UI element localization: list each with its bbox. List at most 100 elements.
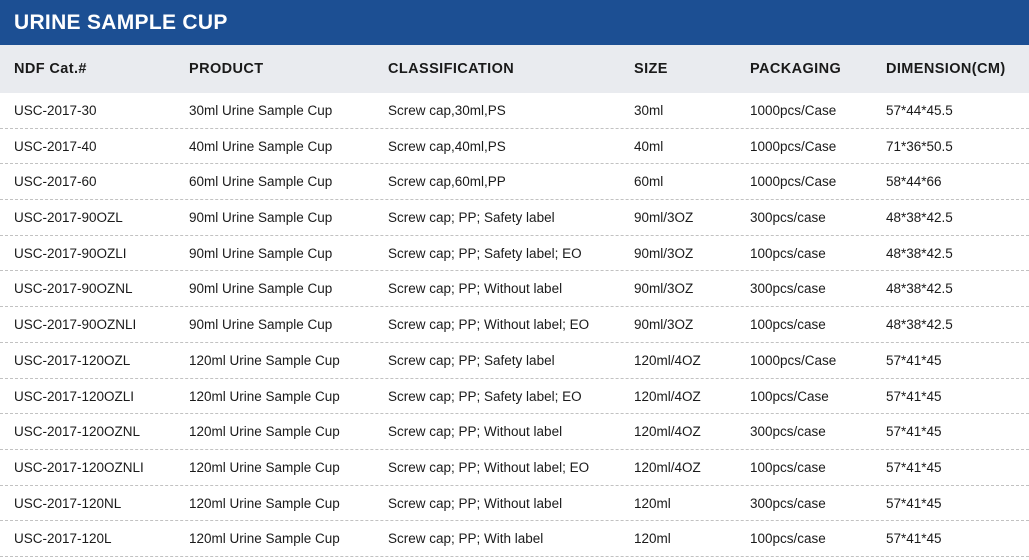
cell-classification: Screw cap; PP; Without label (388, 495, 563, 511)
cell-size: 30ml (634, 103, 664, 118)
cell-dimension: 57*41*45 (886, 495, 942, 511)
cell-size: 120ml (634, 495, 671, 511)
cell-packaging: 100pcs/case (750, 245, 826, 261)
cell-size: 90ml/3OZ (634, 210, 694, 226)
cell-packaging: 300pcs/case (750, 424, 826, 440)
cell-size: 90ml/3OZ (634, 245, 694, 261)
cell-cat-number: USC-2017-120NL (14, 495, 122, 511)
cell-product: 40ml Urine Sample Cup (189, 138, 333, 154)
cell-product: 30ml Urine Sample Cup (189, 103, 333, 118)
column-header-classification: CLASSIFICATION (388, 61, 515, 77)
table-row: USC-2017-60 60ml Urine Sample Cup Screw ca… (0, 164, 1029, 201)
cell-dimension: 57*41*45 (886, 388, 942, 404)
cell-product: 60ml Urine Sample Cup (189, 174, 333, 190)
cell-packaging: 1000pcs/Case (750, 174, 837, 190)
cell-classification: Screw cap; PP; Without label; EO (388, 459, 590, 475)
cell-classification: Screw cap; PP; Without label; EO (388, 317, 590, 333)
cell-cat-number: USC-2017-120OZNL (14, 424, 141, 440)
cell-dimension: 48*38*42.5 (886, 317, 953, 333)
cell-packaging: 300pcs/case (750, 210, 826, 226)
cell-packaging: 100pcs/Case (750, 388, 829, 404)
cell-product: 90ml Urine Sample Cup (189, 210, 333, 226)
cell-classification: Screw cap; PP; Safety label (388, 352, 555, 368)
cell-packaging: 300pcs/case (750, 495, 826, 511)
cell-product: 90ml Urine Sample Cup (189, 317, 333, 333)
cell-dimension: 71*36*50.5 (886, 138, 953, 154)
cell-cat-number: USC-2017-60 (14, 174, 97, 190)
cell-cat-number: USC-2017-90OZLI (14, 245, 127, 261)
cell-size: 60ml (634, 174, 664, 190)
cell-packaging: 100pcs/case (750, 317, 826, 333)
cell-product: 120ml Urine Sample Cup (189, 531, 340, 547)
table-row: USC-2017-90OZLI 90ml Urine Sample Cup Scre… (0, 236, 1029, 272)
cell-size: 120ml (634, 531, 671, 547)
column-header-dimension: DIMENSION(CM) (886, 61, 1006, 77)
cell-dimension: 57*44*45.5 (886, 103, 953, 118)
cell-dimension: 58*44*66 (886, 174, 942, 190)
cell-dimension: 57*41*45 (886, 531, 942, 547)
table-header: NDF Cat.# PRODUCT CLASSIFICATION SIZE PA… (0, 45, 1029, 93)
column-header-product: PRODUCT (189, 61, 264, 77)
cell-cat-number: USC-2017-90OZNLI (14, 317, 137, 333)
cell-packaging: 1000pcs/Case (750, 103, 837, 118)
cell-product: 120ml Urine Sample Cup (189, 459, 340, 475)
column-header-packaging: PACKAGING (750, 61, 842, 77)
table-row: USC-2017-30 30ml Urine Sample Cup Screw ca… (0, 93, 1029, 129)
cell-dimension: 48*38*42.5 (886, 245, 953, 261)
cell-classification: Screw cap; PP; Safety label; EO (388, 245, 582, 261)
table-row: USC-2017-120OZNLI 120ml Urine Sample Cup S… (0, 450, 1029, 486)
cell-dimension: 48*38*42.5 (886, 210, 953, 226)
cell-cat-number: USC-2017-90OZL (14, 210, 123, 226)
cell-cat-number: USC-2017-40 (14, 138, 97, 154)
cell-product: 120ml Urine Sample Cup (189, 388, 340, 404)
cell-classification: Screw cap; PP; Without label (388, 281, 563, 297)
table-row: USC-2017-120OZNL 120ml Urine Sample Cup Sc… (0, 414, 1029, 450)
cell-dimension: 57*41*45 (886, 424, 942, 440)
page-title: URINE SAMPLE CUP (0, 0, 1029, 45)
cell-product: 90ml Urine Sample Cup (189, 245, 333, 261)
cell-size: 120ml/4OZ (634, 424, 701, 440)
cell-packaging: 100pcs/case (750, 531, 826, 547)
table-row: USC-2017-120NL 120ml Urine Sample Cup Scre… (0, 486, 1029, 522)
table-row: USC-2017-90OZNLI 90ml Urine Sample Cup Scr… (0, 307, 1029, 343)
cell-classification: Screw cap,40ml,PS (388, 138, 506, 154)
cell-cat-number: USC-2017-120L (14, 531, 112, 547)
cell-packaging: 300pcs/case (750, 281, 826, 297)
cell-product: 120ml Urine Sample Cup (189, 495, 340, 511)
cell-classification: Screw cap; PP; With label (388, 531, 544, 547)
cell-size: 120ml/4OZ (634, 459, 701, 475)
cell-product: 120ml Urine Sample Cup (189, 424, 340, 440)
cell-product: 90ml Urine Sample Cup (189, 281, 333, 297)
cell-size: 40ml (634, 138, 664, 154)
cell-classification: Screw cap; PP; Safety label; EO (388, 388, 582, 404)
cell-cat-number: USC-2017-120OZL (14, 352, 131, 368)
cell-packaging: 100pcs/case (750, 459, 826, 475)
table-row: USC-2017-90OZNL 90ml Urine Sample Cup Scre… (0, 271, 1029, 308)
column-header-cat: NDF Cat.# (14, 61, 87, 77)
cell-size: 120ml/4OZ (634, 388, 701, 404)
cell-packaging: 1000pcs/Case (750, 138, 837, 154)
table-row: USC-2017-120L 120ml Urine Sample Cup Screw… (0, 521, 1029, 557)
cell-size: 90ml/3OZ (634, 281, 694, 297)
cell-classification: Screw cap; PP; Safety label (388, 210, 555, 226)
cell-classification: Screw cap,60ml,PP (388, 174, 506, 190)
cell-size: 120ml/4OZ (634, 352, 701, 368)
table-row: USC-2017-40 40ml Urine Sample Cup Screw ca… (0, 129, 1029, 165)
table-row: USC-2017-120OZL 120ml Urine Sample Cup Scr… (0, 343, 1029, 379)
cell-dimension: 48*38*42.5 (886, 281, 953, 297)
cell-cat-number: USC-2017-120OZNLI (14, 459, 144, 475)
cell-packaging: 1000pcs/Case (750, 352, 837, 368)
cell-cat-number: USC-2017-30 (14, 103, 97, 118)
table-row: USC-2017-120OZLI 120ml Urine Sample Cup Sc… (0, 379, 1029, 415)
cell-dimension: 57*41*45 (886, 459, 942, 475)
cell-size: 90ml/3OZ (634, 317, 694, 333)
cell-classification: Screw cap,30ml,PS (388, 103, 506, 118)
cell-classification: Screw cap; PP; Without label (388, 424, 563, 440)
cell-dimension: 57*41*45 (886, 352, 942, 368)
table-body: USC-2017-30 30ml Urine Sample Cup Screw ca… (0, 93, 1029, 557)
column-header-size: SIZE (634, 61, 668, 77)
cell-product: 120ml Urine Sample Cup (189, 352, 340, 368)
cell-cat-number: USC-2017-120OZLI (14, 388, 135, 404)
cell-cat-number: USC-2017-90OZNL (14, 281, 133, 297)
table-row: USC-2017-90OZL 90ml Urine Sample Cup Screw… (0, 200, 1029, 236)
